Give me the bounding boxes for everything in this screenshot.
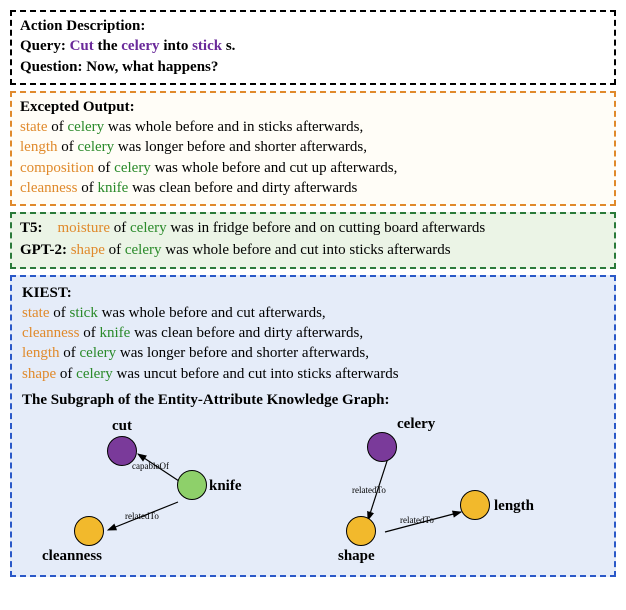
node-shape-icon — [346, 516, 376, 546]
kiest-line: shape of celery was uncut before and cut… — [22, 364, 604, 384]
kiest-line: cleanness of knife was clean before and … — [22, 323, 604, 343]
node-shape — [346, 516, 376, 546]
edge-label-relatedto: relatedTo — [400, 514, 434, 526]
expected-line: state of celery was whole before and in … — [20, 117, 606, 137]
edge-label-capableof: capableOf — [132, 460, 169, 472]
question-label: Question: — [20, 59, 83, 75]
node-cleanness — [74, 516, 104, 546]
node-knife-icon — [177, 470, 207, 500]
t5-label: T5: — [20, 220, 43, 236]
action-question-line: Question: Now, what happens? — [20, 57, 606, 77]
t5-line: T5: moisture of celery was in fridge bef… — [20, 218, 606, 238]
edge-label-relatedto: relatedTo — [125, 510, 159, 522]
action-description-panel: Action Description: Query: Cut the celer… — [10, 10, 616, 85]
node-celery-icon — [367, 432, 397, 462]
query-kw-stick: stick — [192, 38, 222, 54]
node-knife: knife — [177, 470, 207, 500]
subgraph-heading: The Subgraph of the Entity-Attribute Kno… — [22, 390, 604, 410]
node-length-icon — [460, 490, 490, 520]
action-heading: Action Description: — [20, 16, 606, 36]
query-label: Query: — [20, 38, 66, 54]
node-cut: cut — [107, 416, 137, 466]
action-query-line: Query: Cut the celery into stick s. — [20, 36, 606, 56]
kiest-line: length of celery was longer before and s… — [22, 343, 604, 363]
kiest-line: state of stick was whole before and cut … — [22, 303, 604, 323]
edge-label-relatedto: relatedTo — [352, 484, 386, 496]
node-celery: celery — [367, 416, 397, 462]
gpt2-label: GPT-2: — [20, 242, 67, 258]
baselines-panel: T5: moisture of celery was in fridge bef… — [10, 212, 616, 269]
query-kw-celery: celery — [121, 38, 159, 54]
expected-line: length of celery was longer before and s… — [20, 137, 606, 157]
expected-heading: Excepted Output: — [20, 97, 606, 117]
node-length — [460, 490, 490, 520]
query-kw-cut: Cut — [70, 38, 94, 54]
node-cleanness-icon — [74, 516, 104, 546]
kiest-panel: KIEST: state of stick was whole before a… — [10, 275, 616, 578]
node-shape-label: shape — [338, 546, 375, 566]
gpt2-line: GPT-2: shape of celery was whole before … — [20, 240, 606, 260]
expected-output-panel: Excepted Output: state of celery was who… — [10, 91, 616, 206]
node-length-label: length — [494, 496, 534, 516]
node-cut-icon — [107, 436, 137, 466]
kiest-heading: KIEST: — [22, 283, 604, 303]
expected-line: composition of celery was whole before a… — [20, 158, 606, 178]
knowledge-graph-area: capableOf relatedTo relatedTo relatedTo … — [22, 412, 604, 567]
node-cleanness-label: cleanness — [42, 546, 102, 566]
expected-line: cleanness of knife was clean before and … — [20, 178, 606, 198]
